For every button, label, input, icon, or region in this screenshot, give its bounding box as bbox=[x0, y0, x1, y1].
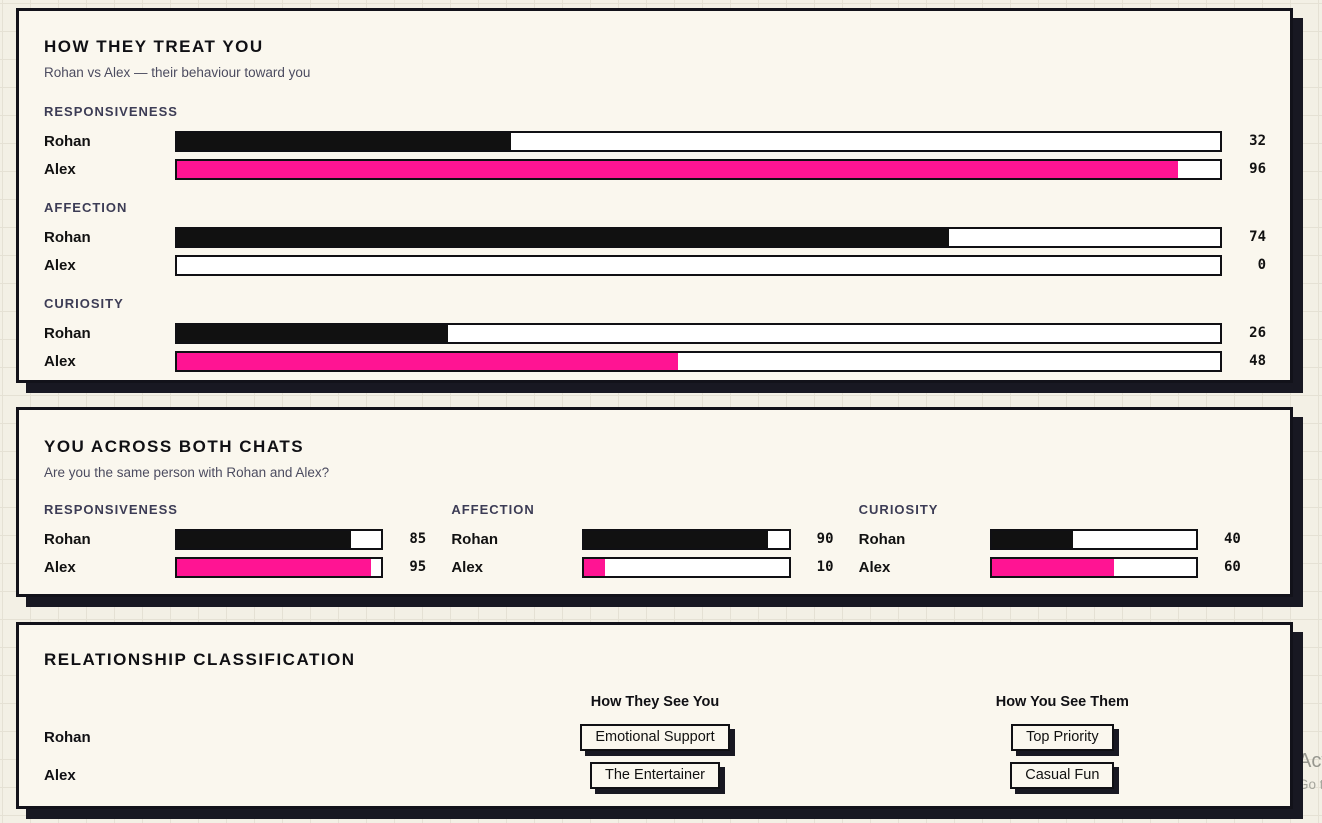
windows-activation-watermark: Activate Windows Go to Settings to activ… bbox=[1298, 750, 1322, 792]
person-label: Alex bbox=[44, 257, 175, 274]
bar-row: Alex 10 bbox=[451, 553, 848, 581]
bar-track bbox=[175, 159, 1222, 180]
person-label: Alex bbox=[451, 559, 582, 576]
bar-row: Rohan 26 bbox=[44, 319, 1266, 347]
panel-you-across-both-chats: YOU ACROSS BOTH CHATS Are you the same p… bbox=[16, 407, 1293, 597]
person-label: Rohan bbox=[44, 133, 175, 150]
classification-cell: Casual Fun bbox=[859, 756, 1266, 794]
person-label: Alex bbox=[859, 559, 990, 576]
classification-header-spacer bbox=[44, 694, 451, 718]
bar-row: Alex 0 bbox=[44, 251, 1266, 279]
classification-badge[interactable]: The Entertainer bbox=[590, 762, 720, 789]
person-label: Rohan bbox=[44, 229, 175, 246]
metric-label: AFFECTION bbox=[44, 200, 1266, 215]
bar-row: Alex 48 bbox=[44, 347, 1266, 375]
panel-subtitle: Rohan vs Alex — their behaviour toward y… bbox=[44, 65, 1266, 80]
metric-label: RESPONSIVENESS bbox=[44, 104, 1266, 119]
classification-grid: How They See You How You See Them Rohan … bbox=[44, 694, 1266, 794]
bar-value: 60 bbox=[1224, 559, 1256, 575]
bar-track bbox=[175, 351, 1222, 372]
bar-value: 0 bbox=[1222, 257, 1266, 273]
metric-label: RESPONSIVENESS bbox=[44, 502, 441, 517]
bar-row: Alex 95 bbox=[44, 553, 441, 581]
watermark-line2: Go to Settings to activate Windows bbox=[1298, 777, 1322, 792]
bar-value: 48 bbox=[1222, 353, 1266, 369]
panel-title: HOW THEY TREAT YOU bbox=[44, 37, 1266, 57]
classification-cell: Top Priority bbox=[859, 718, 1266, 756]
metric-label: CURIOSITY bbox=[859, 502, 1256, 517]
panel-subtitle: Are you the same person with Rohan and A… bbox=[44, 465, 1266, 480]
bar-track bbox=[175, 227, 1222, 248]
bar-track bbox=[175, 529, 383, 550]
bar-value: 95 bbox=[409, 559, 441, 575]
metric-section-curiosity: CURIOSITY Rohan 26 Alex 48 bbox=[44, 296, 1266, 375]
bar-fill-alex bbox=[177, 559, 371, 576]
bar-fill-alex bbox=[177, 161, 1178, 178]
bar-fill-alex bbox=[992, 559, 1115, 576]
person-label: Rohan bbox=[451, 531, 582, 548]
bar-fill-alex bbox=[584, 559, 604, 576]
bar-track bbox=[582, 529, 790, 550]
bar-fill-rohan bbox=[992, 531, 1074, 548]
bar-track bbox=[990, 529, 1198, 550]
panel-relationship-classification: RELATIONSHIP CLASSIFICATION How They See… bbox=[16, 622, 1293, 809]
bar-row: Alex 60 bbox=[859, 553, 1256, 581]
metric-section-affection: AFFECTION Rohan 74 Alex 0 bbox=[44, 200, 1266, 279]
classification-header-you-see-them: How You See Them bbox=[859, 694, 1266, 718]
classification-badge[interactable]: Emotional Support bbox=[580, 724, 729, 751]
bar-value: 10 bbox=[817, 559, 849, 575]
bar-fill-rohan bbox=[177, 133, 511, 150]
metric-columns: RESPONSIVENESS Rohan 85 Alex 95 AFFECTIO… bbox=[44, 502, 1266, 581]
metric-label: AFFECTION bbox=[451, 502, 848, 517]
bar-value: 32 bbox=[1222, 133, 1266, 149]
metric-column-affection: AFFECTION Rohan 90 Alex 10 bbox=[451, 502, 858, 581]
classification-cell: The Entertainer bbox=[451, 756, 858, 794]
bar-value: 40 bbox=[1224, 531, 1256, 547]
bar-track bbox=[990, 557, 1198, 578]
bar-fill-rohan bbox=[584, 531, 768, 548]
watermark-line1: Activate Windows bbox=[1298, 750, 1322, 773]
bar-value: 96 bbox=[1222, 161, 1266, 177]
classification-badge[interactable]: Casual Fun bbox=[1010, 762, 1114, 789]
bar-fill-rohan bbox=[177, 325, 448, 342]
metric-column-responsiveness: RESPONSIVENESS Rohan 85 Alex 95 bbox=[44, 502, 451, 581]
person-label: Alex bbox=[44, 353, 175, 370]
person-label: Rohan bbox=[44, 531, 175, 548]
metric-section-responsiveness: RESPONSIVENESS Rohan 32 Alex 96 bbox=[44, 104, 1266, 183]
bar-track bbox=[175, 557, 383, 578]
report-page: { "colors": { "accent_pink": "#ff1493", … bbox=[0, 0, 1322, 823]
bar-fill-rohan bbox=[177, 229, 949, 246]
metric-label: CURIOSITY bbox=[44, 296, 1266, 311]
metric-column-curiosity: CURIOSITY Rohan 40 Alex 60 bbox=[859, 502, 1266, 581]
bar-value: 26 bbox=[1222, 325, 1266, 341]
person-label: Rohan bbox=[44, 325, 175, 342]
bar-track bbox=[175, 131, 1222, 152]
classification-header-they-see-you: How They See You bbox=[451, 694, 858, 718]
panel-title: YOU ACROSS BOTH CHATS bbox=[44, 437, 1266, 457]
bar-track bbox=[175, 323, 1222, 344]
bar-track bbox=[582, 557, 790, 578]
person-label: Rohan bbox=[859, 531, 990, 548]
person-label: Alex bbox=[44, 756, 451, 794]
person-label: Alex bbox=[44, 559, 175, 576]
bar-fill-rohan bbox=[177, 531, 351, 548]
bar-row: Rohan 32 bbox=[44, 127, 1266, 155]
bar-row: Alex 96 bbox=[44, 155, 1266, 183]
classification-cell: Emotional Support bbox=[451, 718, 858, 756]
bar-track bbox=[175, 255, 1222, 276]
bar-fill-alex bbox=[177, 353, 678, 370]
panel-how-they-treat-you: HOW THEY TREAT YOU Rohan vs Alex — their… bbox=[16, 8, 1293, 383]
bar-row: Rohan 74 bbox=[44, 223, 1266, 251]
bar-value: 74 bbox=[1222, 229, 1266, 245]
person-label: Alex bbox=[44, 161, 175, 178]
bar-value: 90 bbox=[817, 531, 849, 547]
bar-row: Rohan 90 bbox=[451, 525, 848, 553]
classification-badge[interactable]: Top Priority bbox=[1011, 724, 1114, 751]
bar-row: Rohan 40 bbox=[859, 525, 1256, 553]
person-label: Rohan bbox=[44, 718, 451, 756]
bar-value: 85 bbox=[409, 531, 441, 547]
panel-title: RELATIONSHIP CLASSIFICATION bbox=[44, 650, 1266, 670]
bar-row: Rohan 85 bbox=[44, 525, 441, 553]
